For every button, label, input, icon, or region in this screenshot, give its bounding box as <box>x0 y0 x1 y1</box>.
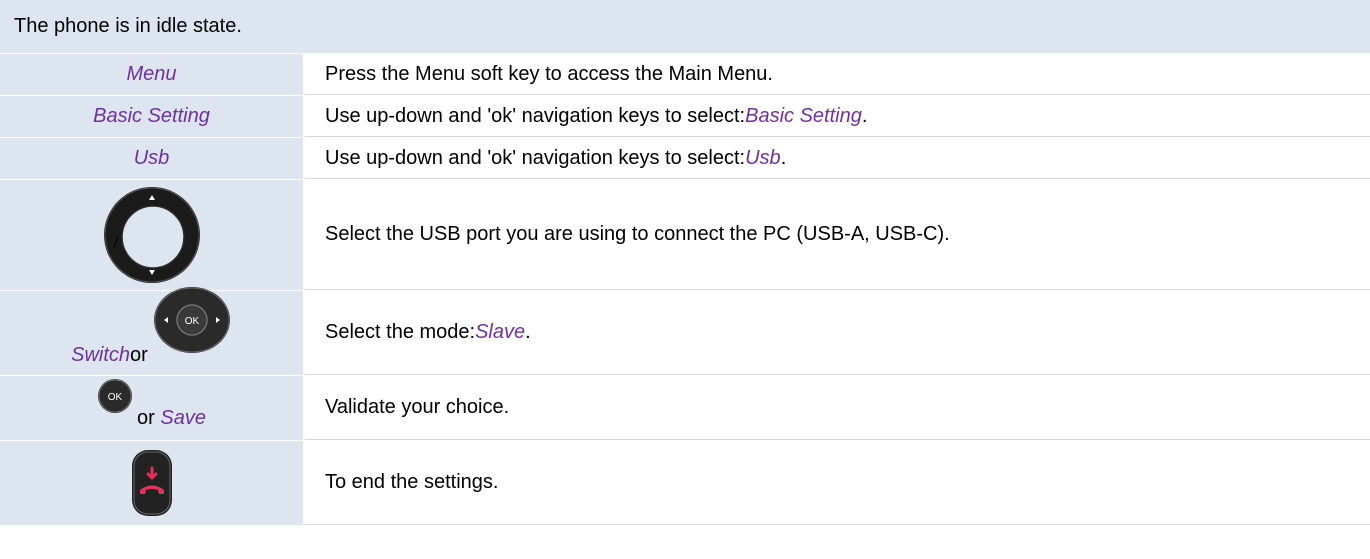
step-description-cell: Use up-down and 'ok' navigation keys to … <box>305 96 1370 137</box>
step-description: Validate your choice. <box>325 396 510 418</box>
step-key-cell: OK or Save <box>0 376 305 440</box>
step-description-cell: Select the mode: Slave. <box>305 291 1370 375</box>
step-key-cell: Menu <box>0 54 305 95</box>
step-description-cell: Validate your choice. <box>305 376 1370 440</box>
step-description: Press the Menu soft key to access the Ma… <box>325 62 773 85</box>
usb-label: Usb <box>133 147 170 169</box>
step-description-cell: Press the Menu soft key to access the Ma… <box>305 54 1370 95</box>
step-description-cell: To end the settings. <box>305 441 1370 525</box>
step-description-prefix: Use up-down and 'ok' navigation keys to … <box>325 146 746 169</box>
step-description-highlight: Slave <box>475 321 526 343</box>
step-description: Select the USB port you are using to con… <box>325 223 950 245</box>
instruction-table: The phone is in idle state. Menu Press t… <box>0 0 1370 526</box>
step-key-cell: Basic Setting <box>0 96 305 137</box>
ok-navigation-key-icon: OK <box>153 287 230 353</box>
switch-soft-key-label: Switch <box>71 344 131 366</box>
table-row: Usb Use up-down and 'ok' navigation keys… <box>0 138 1370 180</box>
table-row: OK or Save Validate your choice. <box>0 376 1370 441</box>
step-description: To end the settings. <box>325 471 499 493</box>
table-row: Menu Press the Menu soft key to access t… <box>0 54 1370 96</box>
table-header: The phone is in idle state. <box>0 0 1370 54</box>
step-description-highlight: Usb <box>745 146 781 169</box>
step-description-prefix: Select the mode: <box>325 321 476 343</box>
table-row: To end the settings. <box>0 441 1370 526</box>
table-row: Switch or OK Select the mode: Slave. <box>0 287 1370 376</box>
save-soft-key-label: Save <box>160 407 206 429</box>
table-row: Basic Setting Use up-down and 'ok' navig… <box>0 96 1370 138</box>
up-down-navigation-key-icon <box>103 187 200 283</box>
end-call-key-icon <box>131 450 172 516</box>
step-description-cell: Select the USB port you are using to con… <box>305 180 1370 290</box>
step-key-cell: Usb <box>0 138 305 179</box>
ok-key-icon: OK <box>98 379 133 413</box>
menu-soft-key-label: Menu <box>126 63 177 85</box>
table-row: Select the USB port you are using to con… <box>0 180 1370 291</box>
step-description-cell: Use up-down and 'ok' navigation keys to … <box>305 138 1370 179</box>
svg-text:OK: OK <box>108 392 123 403</box>
step-description-suffix: . <box>525 321 531 343</box>
step-description-highlight: Basic Setting <box>745 104 862 127</box>
step-description-prefix: Use up-down and 'ok' navigation keys to … <box>325 104 746 127</box>
step-key-cell <box>0 441 305 525</box>
header-text: The phone is in idle state. <box>14 15 242 37</box>
step-key-cell <box>0 180 305 290</box>
svg-text:OK: OK <box>185 316 200 327</box>
step-description-suffix: . <box>780 146 787 169</box>
step-key-cell: Switch or OK <box>0 287 305 375</box>
or-connector: or <box>130 344 148 366</box>
basic-setting-label: Basic Setting <box>93 105 210 127</box>
or-connector: or <box>137 407 161 429</box>
step-description-suffix: . <box>861 104 868 127</box>
